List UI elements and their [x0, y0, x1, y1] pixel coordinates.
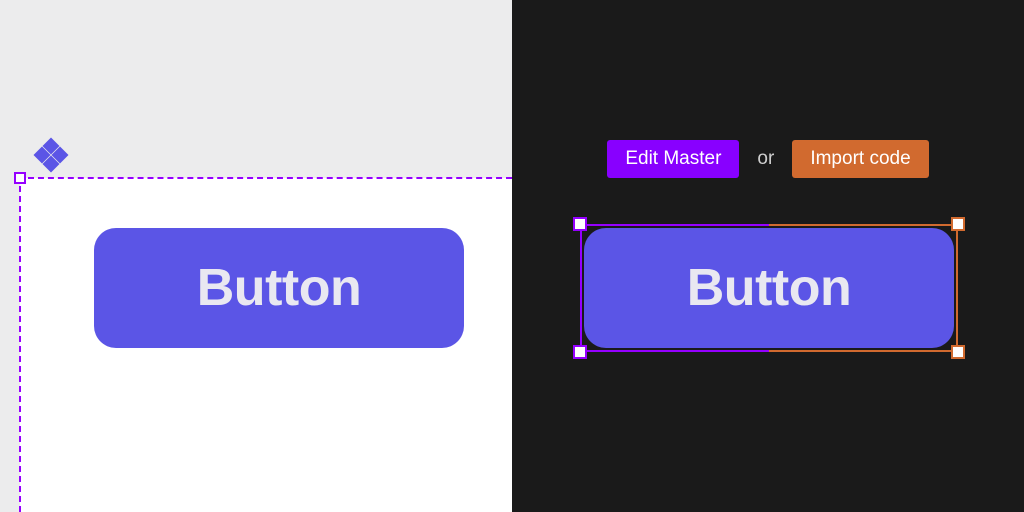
- split-stage: Button Edit Master or Import code Button: [0, 0, 1024, 512]
- selection-edge-top-master: [580, 224, 769, 226]
- or-separator: or: [757, 148, 774, 170]
- selection-handle-bl[interactable]: [573, 345, 587, 359]
- action-row: Edit Master or Import code: [512, 140, 1024, 178]
- selection-outline: [580, 224, 958, 352]
- import-code-button[interactable]: Import code: [792, 140, 928, 178]
- code-canvas-panel: Edit Master or Import code Button: [512, 0, 1024, 512]
- design-canvas-panel: Button: [0, 0, 512, 512]
- frame-dashed-border-left: [19, 186, 21, 512]
- frame-dashed-border-top: [28, 177, 512, 179]
- selection-edge-bottom-code: [769, 350, 958, 352]
- selection-handle-br[interactable]: [951, 345, 965, 359]
- edit-master-button[interactable]: Edit Master: [607, 140, 739, 178]
- sample-button[interactable]: Button: [94, 228, 464, 348]
- selection-handle-tl[interactable]: [573, 217, 587, 231]
- import-code-label: Import code: [810, 148, 910, 169]
- component-badge-icon: [36, 140, 66, 170]
- frame-resize-handle-tl[interactable]: [14, 172, 26, 184]
- sample-button-label: Button: [197, 258, 361, 318]
- edit-master-label: Edit Master: [625, 148, 721, 169]
- selection-handle-tr[interactable]: [951, 217, 965, 231]
- selection-edge-right: [956, 224, 958, 352]
- selection-edge-left: [580, 224, 582, 352]
- selection-edge-top-code: [769, 224, 958, 226]
- selection-edge-bottom-master: [580, 350, 769, 352]
